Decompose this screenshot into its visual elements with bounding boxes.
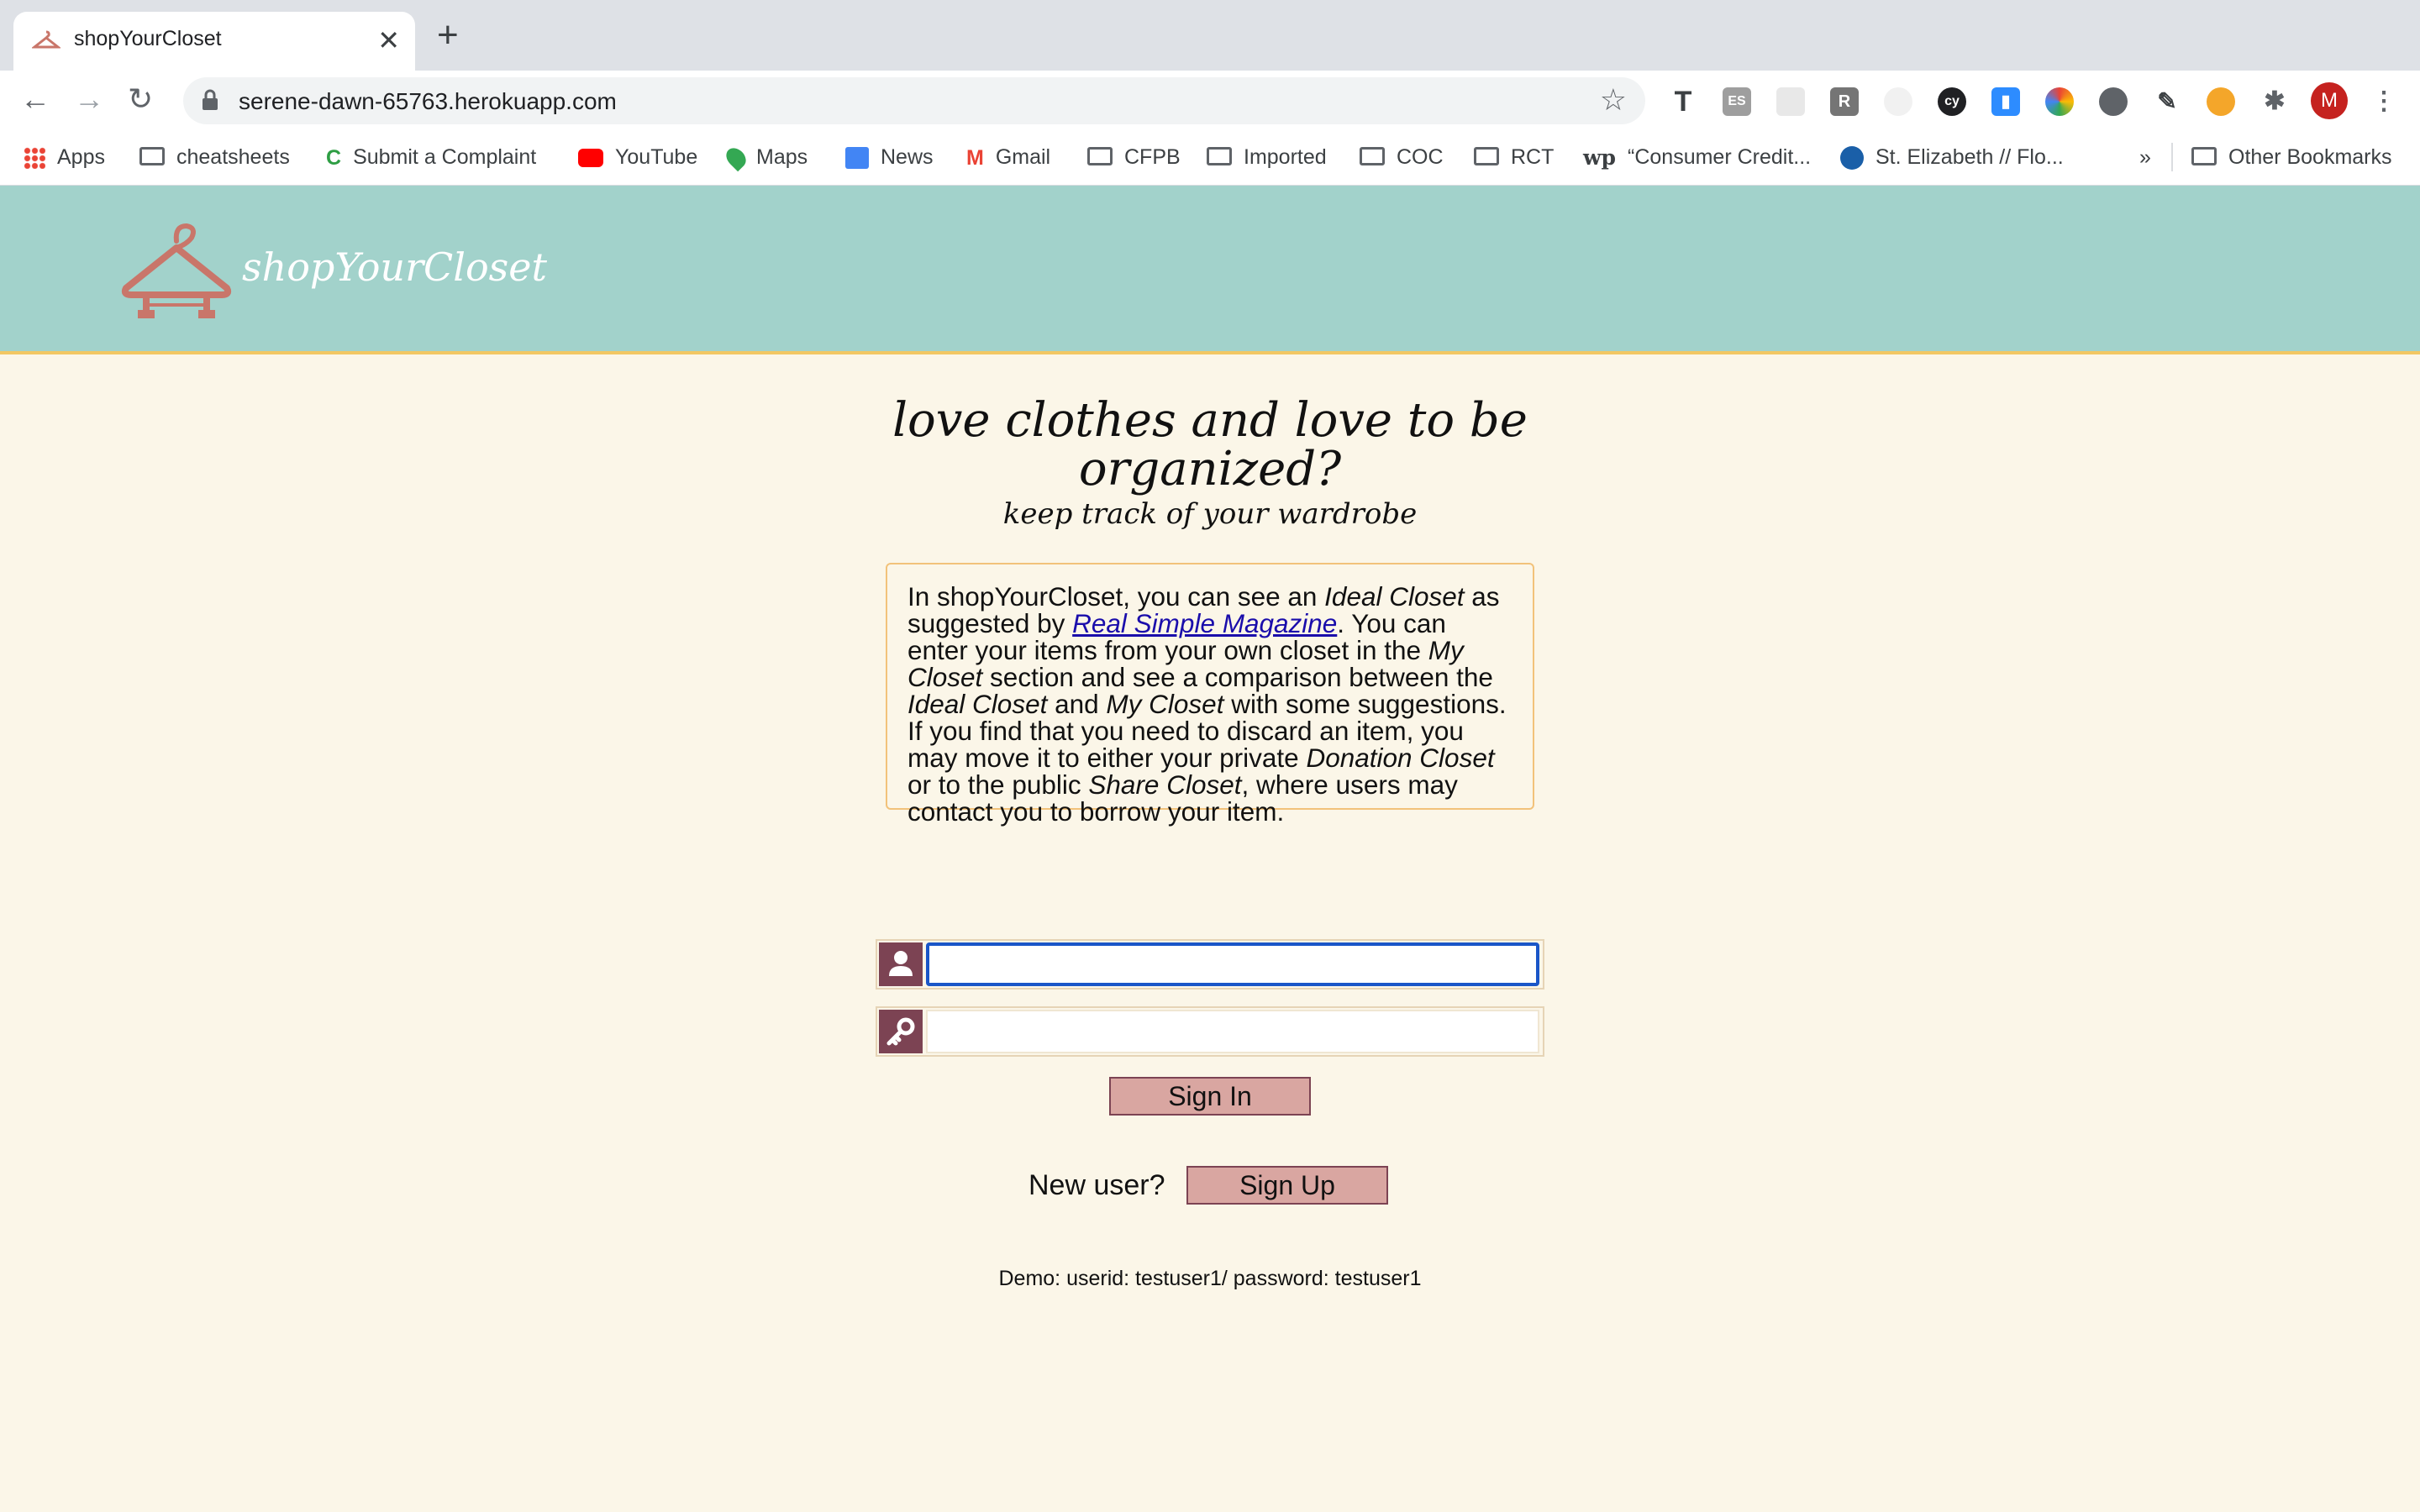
hanger-logo-icon[interactable] — [121, 218, 232, 327]
real-simple-magazine-link[interactable]: Real Simple Magazine — [1072, 608, 1337, 638]
sign-up-button[interactable]: Sign Up — [1186, 1166, 1388, 1205]
new-tab-button[interactable]: + — [437, 17, 459, 54]
tab-title: shopYourCloset — [74, 27, 222, 50]
userid-field-group — [876, 939, 1544, 990]
folder-icon — [139, 147, 165, 166]
apps-grid-icon — [24, 147, 45, 170]
target-extension-icon[interactable] — [1884, 87, 1912, 116]
more-bookmarks-chevron-icon[interactable]: » — [2139, 143, 2151, 171]
bookmark-consumer-credit[interactable]: wp “Consumer Credit... — [1583, 143, 1811, 171]
hanger-favicon-icon — [32, 30, 60, 49]
page-headline: love clothes and love to be organized? — [892, 393, 1528, 496]
bookmark-apps[interactable]: Apps — [24, 143, 105, 171]
r-extension-icon[interactable]: R — [1830, 87, 1859, 116]
main-content: love clothes and love to be organized? k… — [0, 354, 2420, 1512]
folder-icon — [1207, 147, 1232, 166]
back-arrow-icon[interactable]: ← — [20, 82, 50, 116]
reload-icon[interactable]: ↻ — [128, 82, 153, 116]
news-icon — [845, 147, 869, 170]
site-header: shopYourCloset — [0, 186, 2420, 354]
bookmark-youtube[interactable]: YouTube — [578, 143, 697, 171]
bookmark-cheatsheets[interactable]: cheatsheets — [139, 143, 290, 171]
tab-strip: shopYourCloset ✕ + — [0, 0, 2420, 71]
bookmark-st-elizabeth[interactable]: St. Elizabeth // Flo... — [1840, 143, 2064, 171]
bookmarks-bar: Apps cheatsheets C Submit a Complaint You… — [0, 131, 2420, 186]
t-extension-icon[interactable]: T — [1669, 87, 1697, 116]
bookmark-star-icon[interactable]: ☆ — [1600, 82, 1627, 118]
password-field-group — [876, 1006, 1544, 1057]
circle-extension-icon[interactable] — [2099, 87, 2128, 116]
new-user-label: New user? — [1028, 1169, 1165, 1201]
grid-extension-icon[interactable] — [1776, 87, 1805, 116]
pen-extension-icon[interactable]: ✎ — [2153, 87, 2181, 116]
color-wheel-extension-icon[interactable] — [2045, 87, 2074, 116]
bookmark-rct[interactable]: RCT — [1474, 143, 1554, 171]
bookmark-imported[interactable]: Imported — [1207, 143, 1327, 171]
gmail-icon: M — [966, 146, 984, 171]
address-bar[interactable]: serene-dawn-65763.herokuapp.com ☆ — [183, 77, 1645, 124]
maps-icon — [722, 144, 750, 172]
browser-chrome: shopYourCloset ✕ + ← → ↻ serene-dawn-657… — [0, 0, 2420, 186]
sign-in-button[interactable]: Sign In — [1109, 1077, 1311, 1116]
bookmark-coc[interactable]: COC — [1360, 143, 1444, 171]
page-subheadline: keep track of your wardrobe — [1002, 497, 1418, 531]
folder-icon — [2191, 147, 2217, 166]
profile-avatar[interactable]: M — [2311, 82, 2348, 119]
lock-icon — [203, 89, 218, 110]
bookmarks-divider — [2171, 143, 2173, 171]
userid-input[interactable] — [926, 942, 1539, 986]
close-tab-icon[interactable]: ✕ — [377, 24, 400, 57]
washington-post-icon: wp — [1583, 145, 1617, 171]
cy-extension-icon[interactable]: cy — [1938, 87, 1966, 116]
bookmark-cfpb[interactable]: CFPB — [1087, 143, 1181, 171]
password-input[interactable] — [926, 1010, 1539, 1053]
kebab-menu-icon[interactable]: ⋮ — [2370, 87, 2398, 116]
intro-description-box: In shopYourCloset, you can see an Ideal … — [886, 563, 1534, 825]
key-icon — [879, 1010, 923, 1053]
browser-tab[interactable]: shopYourCloset ✕ — [13, 12, 415, 71]
st-elizabeth-icon — [1840, 146, 1864, 171]
demo-credentials-text: Demo: userid: testuser1/ password: testu… — [998, 1267, 1422, 1290]
bookmark-other-bookmarks[interactable]: Other Bookmarks — [2191, 143, 2392, 171]
forward-arrow-icon[interactable]: → — [74, 82, 104, 116]
youtube-icon — [578, 149, 603, 168]
puzzle-extensions-icon[interactable]: ✱ — [2260, 87, 2289, 116]
browser-toolbar: ← → ↻ serene-dawn-65763.herokuapp.com ☆ … — [0, 71, 2420, 131]
bookmark-submit-complaint[interactable]: C Submit a Complaint — [326, 143, 536, 171]
es-extension-icon[interactable]: ES — [1723, 87, 1751, 116]
bookmark-maps[interactable]: Maps — [722, 143, 808, 172]
folder-icon — [1087, 147, 1113, 166]
url-text: serene-dawn-65763.herokuapp.com — [239, 88, 617, 114]
user-icon — [879, 942, 923, 986]
cfpb-icon: C — [326, 146, 342, 171]
bookmark-news[interactable]: News — [845, 143, 934, 171]
folder-icon — [1474, 147, 1499, 166]
zoom-extension-icon[interactable]: ▮ — [1991, 87, 2020, 116]
site-logo-text[interactable]: shopYourCloset — [242, 244, 547, 290]
bookmark-gmail[interactable]: M Gmail — [966, 143, 1050, 171]
honey-extension-icon[interactable] — [2207, 87, 2235, 116]
folder-icon — [1360, 147, 1385, 166]
